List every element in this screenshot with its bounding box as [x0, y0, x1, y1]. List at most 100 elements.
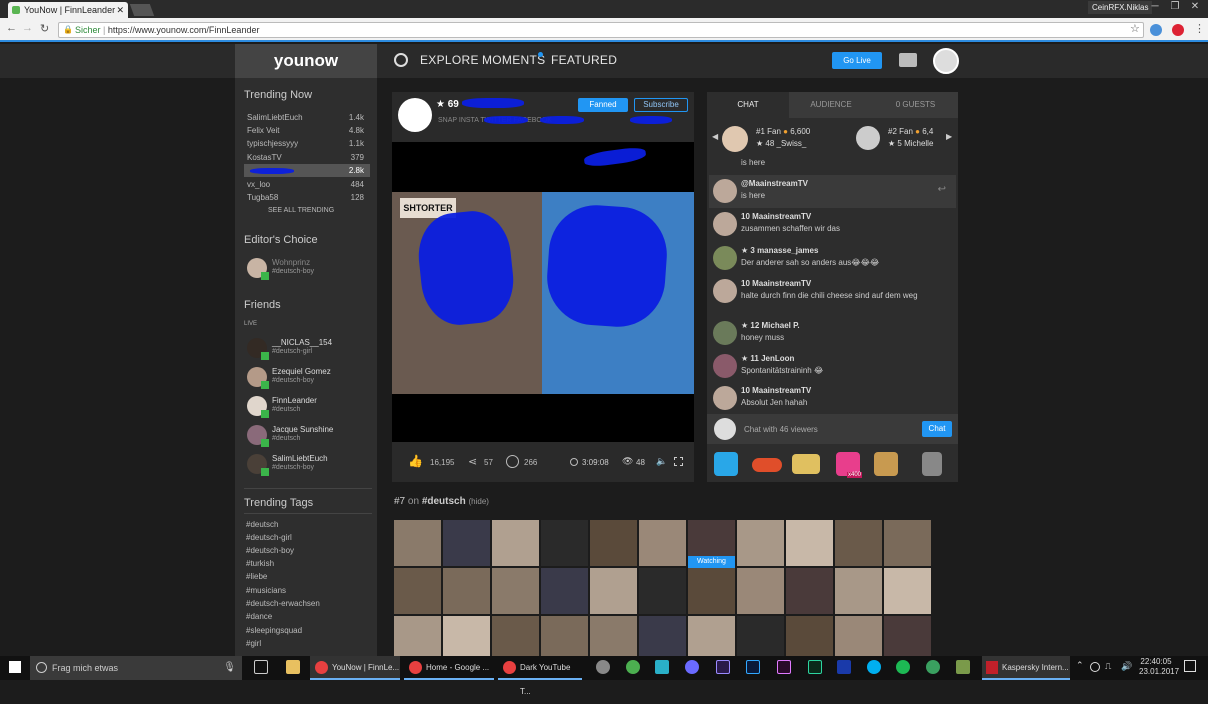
friend-item[interactable]: Ezequiel Gomez #deutsch-boy [244, 365, 372, 393]
broadcast-thumbnail[interactable] [639, 520, 686, 566]
tag-link[interactable]: #dance [246, 612, 272, 621]
photoshop-icon[interactable] [746, 660, 760, 674]
chrome-alt-icon[interactable] [626, 660, 640, 674]
tag-link[interactable]: #deutsch-erwachsen [246, 599, 320, 608]
broadcast-thumbnail[interactable] [835, 520, 882, 566]
car-gift-icon[interactable] [752, 458, 782, 472]
new-tab-button[interactable] [129, 4, 155, 16]
tag-link[interactable]: #deutsch [246, 520, 278, 529]
friend-item[interactable]: Jacque Sunshine #deutsch [244, 423, 372, 451]
trending-item[interactable]: Tugba58 128 [244, 191, 370, 204]
profile-button[interactable]: CeinRFX.Niklas [1088, 1, 1153, 14]
tray-icon[interactable] [1090, 662, 1100, 672]
bookmark-star-icon[interactable]: ☆ [1130, 22, 1140, 35]
live-app-icon[interactable] [837, 660, 851, 674]
broadcast-thumbnail[interactable] [443, 568, 490, 614]
user-avatar[interactable] [933, 48, 959, 74]
broadcast-thumbnail[interactable] [737, 520, 784, 566]
broadcast-thumbnail[interactable] [492, 568, 539, 614]
trending-item[interactable]: Felix Veit 4.8k [244, 124, 370, 137]
premiere-icon[interactable] [777, 660, 791, 674]
action-center-icon[interactable] [1184, 660, 1196, 672]
nav-moments[interactable]: MOMENTS [482, 53, 545, 67]
fans-prev-arrow-icon[interactable]: ◀ [712, 132, 718, 141]
messages-icon[interactable] [899, 53, 917, 67]
broadcast-thumbnail[interactable] [443, 520, 490, 566]
broadcast-thumbnail[interactable] [786, 520, 833, 566]
broadcast-thumbnail[interactable] [737, 568, 784, 614]
tag-link[interactable]: #deutsch-boy [246, 546, 294, 555]
task-view-icon[interactable] [254, 660, 268, 674]
broadcast-thumbnail[interactable] [541, 520, 588, 566]
address-bar[interactable]: 🔒 Sicher | https://www.younow.com/FinnLe… [58, 22, 1144, 38]
broadcast-thumbnail[interactable] [688, 568, 735, 614]
money-gift-icon[interactable] [792, 454, 820, 474]
trending-item[interactable]: typischjessyyy 1.1k [244, 137, 370, 150]
broadcast-thumbnail[interactable] [639, 568, 686, 614]
fanned-button[interactable]: Fanned [578, 98, 628, 112]
go-live-button[interactable]: Go Live [832, 52, 882, 69]
tray-chevron-icon[interactable]: ⌃ [1076, 660, 1084, 671]
chat-send-button[interactable]: Chat [922, 421, 952, 437]
broadcast-thumbnail[interactable] [492, 520, 539, 566]
after-effects-icon[interactable] [716, 660, 730, 674]
fan1-avatar[interactable] [722, 126, 748, 152]
browser-tab[interactable]: YouNow | FinnLeander ✕ [8, 2, 128, 18]
app-icon[interactable] [685, 660, 699, 674]
menu-icon[interactable]: ⋮ [1194, 22, 1205, 35]
broadcaster-avatar[interactable] [398, 98, 432, 132]
taskbar-app-kaspersky[interactable]: Kaspersky Intern... [982, 656, 1070, 680]
trending-item[interactable]: KostasTV 379 [244, 151, 370, 164]
friend-item[interactable]: FinnLeander #deutsch [244, 394, 372, 422]
broadcast-thumbnail[interactable] [786, 568, 833, 614]
fan2-avatar[interactable] [856, 126, 880, 150]
reload-icon[interactable]: ↻ [40, 22, 49, 35]
reply-icon[interactable]: ↩ [938, 184, 946, 195]
network-icon[interactable]: ⎍ [1105, 661, 1111, 672]
volume-tray-icon[interactable]: 🔊 [1121, 661, 1132, 672]
tab-guests[interactable]: 0 GUESTS [873, 92, 958, 118]
broadcast-thumbnail[interactable] [884, 520, 931, 566]
minimize-button[interactable]: ─ [1144, 0, 1166, 14]
taskbar-app-younow[interactable]: YouNow | FinnLe... [310, 656, 400, 680]
broadcast-thumbnail[interactable] [835, 568, 882, 614]
tag-link[interactable]: #sleepingsquad [246, 626, 302, 635]
taskbar-app-youtube[interactable]: Dark YouTube T... [498, 656, 582, 696]
fans-next-arrow-icon[interactable]: ▶ [946, 132, 952, 141]
share-icon[interactable]: ⋖ [468, 455, 477, 468]
taskbar-search[interactable]: Frag mich etwas 🎙 [30, 656, 242, 680]
broadcast-thumbnail[interactable] [590, 520, 637, 566]
nav-featured[interactable]: FEATURED [551, 53, 617, 67]
broadcast-thumbnail[interactable] [884, 568, 931, 614]
editors-choice-item[interactable]: Wohnprinz #deutsch-boy [244, 256, 372, 284]
trending-item-active[interactable]: 2.8k [244, 164, 370, 177]
close-window-button[interactable]: ✕ [1184, 0, 1206, 14]
tag-link[interactable]: #deutsch-girl [246, 533, 292, 542]
tag-link[interactable]: #musicians [246, 586, 286, 595]
like-gift-icon[interactable]: x400 [836, 452, 862, 478]
app-icon[interactable] [655, 660, 669, 674]
chat-input[interactable]: Chat with 46 viewers [744, 425, 818, 434]
windows-start-icon[interactable] [9, 661, 21, 673]
nav-explore[interactable]: EXPLORE [420, 53, 479, 67]
hide-link[interactable]: (hide) [469, 497, 489, 506]
file-explorer-icon[interactable] [286, 660, 300, 674]
adblock-icon[interactable] [1172, 24, 1184, 36]
tag-link[interactable]: #girl [246, 639, 261, 648]
tag-link[interactable]: #liebe [246, 572, 267, 581]
friend-item[interactable]: __NICLAS__154 #deutsch-girl [244, 336, 372, 364]
search-icon[interactable] [394, 53, 408, 67]
back-icon[interactable]: ← [6, 22, 17, 34]
spotify-icon[interactable] [896, 660, 910, 674]
audition-icon[interactable] [808, 660, 822, 674]
trending-item[interactable]: vx_loo 484 [244, 178, 370, 191]
microphone-icon[interactable]: 🎙 [223, 656, 236, 680]
broadcast-thumbnail[interactable] [590, 568, 637, 614]
volume-icon[interactable]: 🔈 [656, 456, 667, 467]
broadcast-thumbnail[interactable] [394, 520, 441, 566]
fullscreen-icon[interactable] [674, 457, 683, 466]
tab-audience[interactable]: AUDIENCE [789, 92, 873, 118]
tab-chat[interactable]: CHAT [707, 92, 789, 118]
broadcast-thumbnail[interactable] [541, 568, 588, 614]
friend-item[interactable]: SalimLiebtEuch #deutsch-boy [244, 452, 372, 480]
